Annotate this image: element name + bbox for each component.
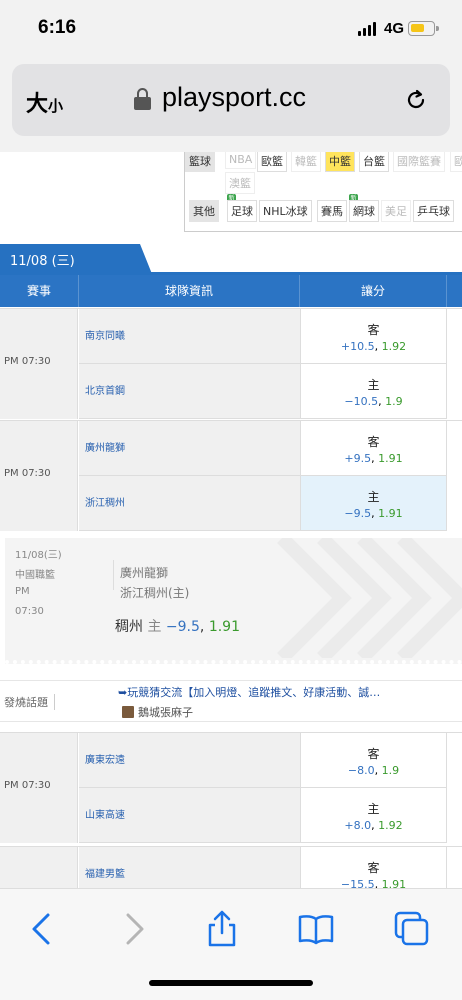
home-team[interactable]: 山東高速	[79, 788, 300, 843]
filter-category-other: 其他	[189, 200, 219, 222]
status-time: 6:16	[38, 17, 77, 38]
filter-nhl[interactable]: NHL冰球	[259, 200, 312, 222]
away-team[interactable]: 福建男籃	[79, 847, 300, 888]
lock-icon	[134, 88, 151, 110]
ticket-date: 11/08(三)	[15, 550, 62, 561]
filter-table-tennis[interactable]: 乒乓球	[413, 200, 454, 222]
browser-toolbar: 大小 playsport.cc	[0, 56, 462, 152]
game-row: PM 07:30 廣東宏遠 客 −8.0, 1.9 山東高速 主 +8.0, 1…	[0, 732, 462, 843]
date-tab[interactable]: 11/08 (三)	[0, 244, 152, 274]
bookmarks-icon[interactable]	[296, 909, 336, 949]
home-indicator[interactable]	[149, 980, 313, 986]
game-time: PM 07:30	[0, 733, 78, 843]
home-team[interactable]: 北京首鋼	[79, 364, 300, 419]
ticket-pick: 稠州 主 −9.5, 1.91	[115, 619, 240, 635]
away-odds[interactable]: 客 −15.5, 1.91	[300, 847, 447, 888]
filter-nba[interactable]: NBA	[225, 152, 257, 169]
filter-tennis[interactable]: 網球	[349, 200, 379, 222]
network-type: 4G	[384, 20, 405, 37]
hot-topic-link[interactable]: ➥玩競猜交流【加入明燈、追蹤推文、好康活動、誠…	[118, 684, 408, 700]
status-bar: 6:16 4G	[0, 0, 462, 56]
reload-icon[interactable]	[404, 88, 428, 112]
filter-more[interactable]: 歐	[450, 152, 462, 172]
hot-topic-label: 發燒話題	[4, 694, 55, 710]
away-team[interactable]: 廣東宏遠	[79, 733, 300, 788]
url-domain[interactable]: playsport.cc	[162, 82, 306, 113]
signal-icon	[358, 22, 376, 36]
home-odds[interactable]: 主 −10.5, 1.9	[300, 364, 447, 419]
topic-author[interactable]: 鵝城張麻子	[122, 704, 193, 720]
web-page: 籃球 NBA 歐籃 韓籃 中籃 台籃 國際籃賽 歐 澳籃 其他 新 足球 NHL…	[0, 152, 462, 888]
away-team[interactable]: 南京同曦	[79, 309, 300, 364]
filter-intl-basketball[interactable]: 國際籃賽	[393, 152, 445, 172]
address-bar[interactable]: 大小 playsport.cc	[12, 64, 450, 136]
game-time: PM 07:30	[0, 421, 78, 531]
game-row: 福建男籃 客 −15.5, 1.91	[0, 846, 462, 888]
filter-horse-racing[interactable]: 賽馬	[317, 200, 347, 222]
away-odds[interactable]: 客 +10.5, 1.92	[300, 309, 447, 364]
text-size-button[interactable]: 大小	[26, 86, 63, 118]
filter-korea-basketball[interactable]: 韓籃	[291, 152, 321, 172]
hot-topic-bar: 發燒話題 ➥玩競猜交流【加入明燈、追蹤推文、好康活動、誠… 鵝城張麻子	[0, 680, 462, 722]
ticket-team-2: 浙江稠州(主)	[120, 586, 190, 600]
ticket-background-pattern	[277, 538, 462, 658]
game-time: PM 07:30	[0, 309, 78, 419]
tabs-icon[interactable]	[392, 909, 432, 949]
table-header: 賽事 球隊資訊 讓分	[0, 275, 462, 307]
forward-icon[interactable]	[114, 909, 154, 949]
filter-australia-basketball[interactable]: 澳籃	[225, 172, 255, 194]
game-row: PM 07:30 廣州龍獅 客 +9.5, 1.91 浙江稠州 主 −9.5, …	[0, 420, 462, 531]
bet-ticket: 11/08(三) 中國職籃 PM 07:30 廣州龍獅 浙江稠州(主) 稠州 主…	[5, 538, 462, 664]
game-time	[0, 847, 78, 888]
header-event: 賽事	[0, 275, 79, 307]
home-team[interactable]: 浙江稠州	[79, 476, 300, 531]
game-row: PM 07:30 南京同曦 客 +10.5, 1.92 北京首鋼 主 −10.5…	[0, 308, 462, 419]
away-odds[interactable]: 客 +9.5, 1.91	[300, 421, 447, 476]
ticket-league: 中國職籃	[15, 570, 55, 581]
ticket-team-1: 廣州龍獅	[120, 566, 169, 580]
sport-filter-panel: 籃球 NBA 歐籃 韓籃 中籃 台籃 國際籃賽 歐 澳籃 其他 新 足球 NHL…	[184, 152, 462, 232]
away-odds[interactable]: 客 −8.0, 1.9	[300, 733, 447, 788]
filter-taiwan-basketball[interactable]: 台籃	[359, 152, 389, 172]
header-spread: 讓分	[300, 275, 447, 307]
home-odds[interactable]: 主 +8.0, 1.92	[300, 788, 447, 843]
share-icon[interactable]	[202, 909, 242, 949]
filter-soccer[interactable]: 足球	[227, 200, 257, 222]
filter-american-football[interactable]: 美足	[381, 200, 411, 222]
avatar	[122, 706, 134, 718]
header-team-info: 球隊資訊	[79, 275, 300, 307]
ticket-time: 07:30	[15, 606, 44, 617]
battery-icon	[408, 21, 439, 36]
filter-china-basketball[interactable]: 中籃	[325, 152, 355, 172]
ticket-ampm: PM	[15, 586, 30, 597]
away-team[interactable]: 廣州龍獅	[79, 421, 300, 476]
filter-euro-basketball[interactable]: 歐籃	[257, 152, 287, 172]
filter-category-basketball[interactable]: 籃球	[185, 152, 215, 172]
back-icon[interactable]	[22, 909, 62, 949]
home-odds-selected[interactable]: 主 −9.5, 1.91	[300, 476, 447, 531]
